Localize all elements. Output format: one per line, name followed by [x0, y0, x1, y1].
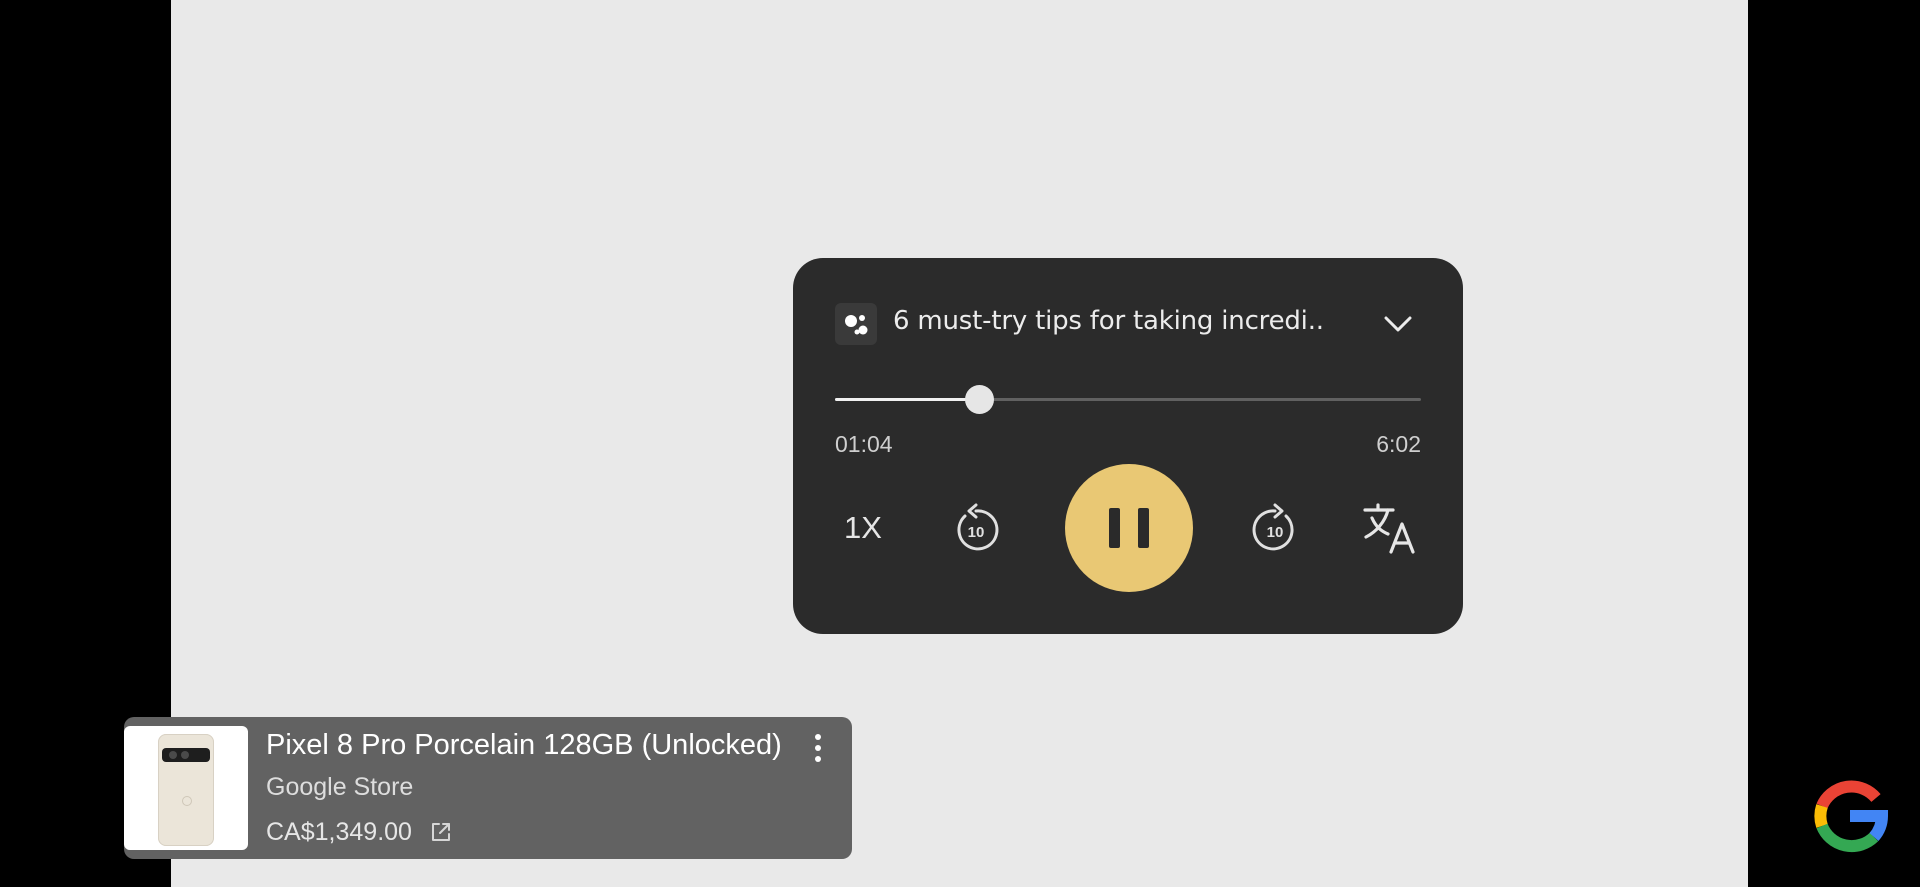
rewind-seconds-label: 10	[968, 524, 985, 541]
article-title: 6 must-try tips for taking incredi..	[893, 306, 1324, 336]
more-vert-icon[interactable]	[806, 731, 830, 765]
replay-10-icon[interactable]: 10	[951, 502, 1001, 556]
open-in-new-icon[interactable]	[430, 821, 452, 843]
pause-button[interactable]	[1065, 464, 1193, 592]
translate-icon[interactable]	[1361, 502, 1419, 556]
product-card[interactable]: Pixel 8 Pro Porcelain 128GB (Unlocked) G…	[124, 717, 852, 859]
playback-speed-button[interactable]: 1X	[835, 506, 891, 550]
progress-thumb[interactable]	[965, 385, 995, 414]
product-title[interactable]: Pixel 8 Pro Porcelain 128GB (Unlocked)	[266, 729, 782, 762]
google-g-logo	[1810, 776, 1890, 856]
read-aloud-player-card: 6 must-try tips for taking incredi.. 01:…	[793, 258, 1463, 634]
pause-icon	[1109, 508, 1120, 548]
progress-fill	[835, 398, 980, 401]
time-elapsed: 01:04	[835, 431, 893, 457]
progress-slider[interactable]	[835, 385, 1421, 414]
forward-10-icon[interactable]: 10	[1250, 502, 1300, 556]
product-store: Google Store	[266, 773, 414, 801]
pause-icon-bar	[1138, 508, 1149, 548]
time-total: 6:02	[1376, 431, 1421, 457]
google-assistant-icon	[835, 303, 877, 345]
forward-seconds-label: 10	[1267, 524, 1284, 541]
chevron-down-icon[interactable]	[1381, 310, 1415, 338]
product-image	[124, 726, 248, 850]
product-price: CA$1,349.00	[266, 818, 412, 846]
